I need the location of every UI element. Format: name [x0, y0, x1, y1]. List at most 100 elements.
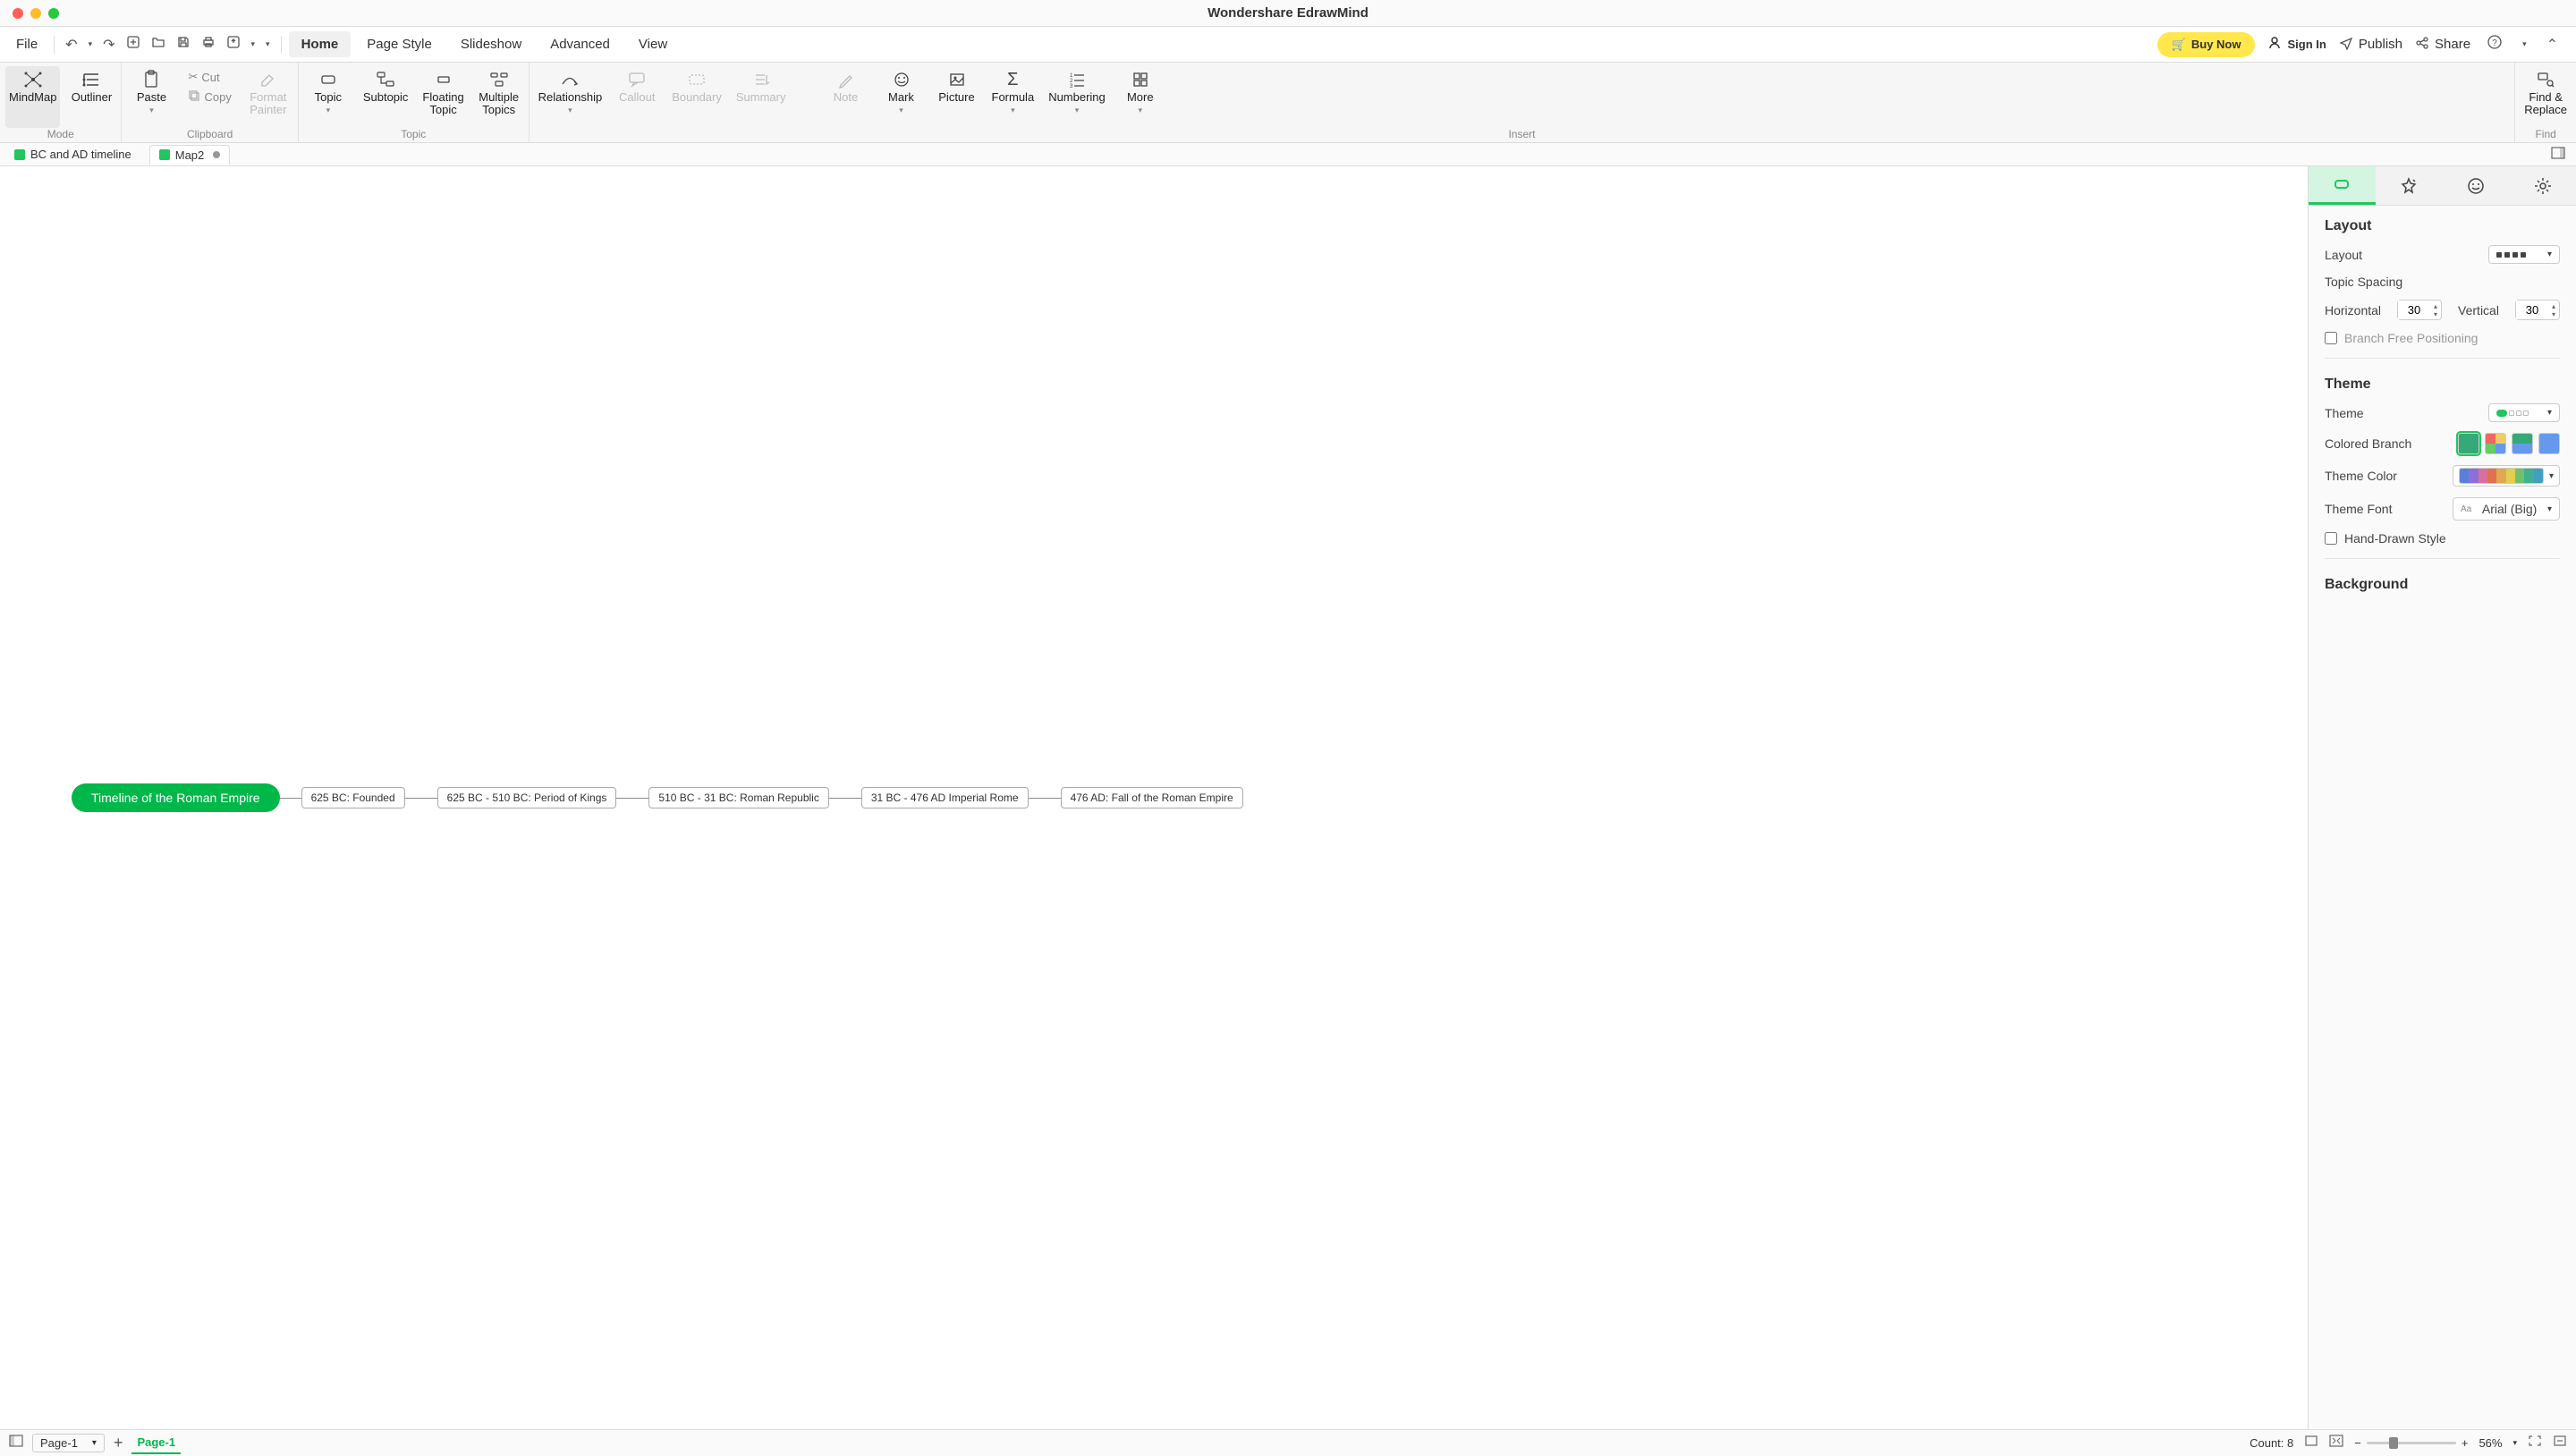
paste-button[interactable]: Paste ▾: [127, 66, 175, 128]
branch-swatch-1[interactable]: [2485, 433, 2506, 454]
export-button[interactable]: [223, 33, 244, 55]
picture-button[interactable]: Picture: [933, 66, 981, 128]
file-menu[interactable]: File: [7, 33, 47, 55]
format-painter-button[interactable]: Format Painter: [244, 66, 292, 128]
sidebar-tab-icons[interactable]: [2443, 166, 2510, 205]
branch-swatch-0[interactable]: [2458, 433, 2479, 454]
zoom-value[interactable]: 56%: [2479, 1436, 2502, 1450]
relationship-button[interactable]: Relationship ▾: [535, 66, 606, 128]
zoom-thumb[interactable]: [2389, 1437, 2398, 1449]
zoom-dropdown[interactable]: ▾: [2512, 1438, 2517, 1448]
print-button[interactable]: [198, 33, 219, 55]
sidebar-tab-clipart[interactable]: [2509, 166, 2576, 205]
summary-button[interactable]: Summary: [733, 66, 790, 128]
mark-dropdown[interactable]: ▾: [899, 106, 903, 115]
branch-swatch-3[interactable]: [2538, 433, 2560, 454]
menu-tab-slideshow[interactable]: Slideshow: [448, 31, 534, 57]
save-button[interactable]: [173, 33, 194, 55]
layout-select[interactable]: ▾: [2488, 245, 2560, 264]
relationship-dropdown[interactable]: ▾: [568, 106, 572, 115]
horizontal-input[interactable]: ▴▾: [2397, 300, 2442, 320]
topic-dropdown[interactable]: ▾: [326, 106, 331, 115]
zoom-out-button[interactable]: −: [2354, 1436, 2361, 1450]
theme-color-select[interactable]: ▾: [2453, 465, 2560, 487]
page-tab[interactable]: Page-1: [131, 1432, 181, 1454]
numbering-button[interactable]: 123 Numbering ▾: [1045, 66, 1109, 128]
find-replace-button[interactable]: Find & Replace: [2521, 66, 2571, 128]
sidebar-tab-layout[interactable]: [2309, 166, 2376, 205]
close-window-button[interactable]: [13, 8, 23, 19]
collapse-panel-button[interactable]: [2553, 1435, 2567, 1452]
page-select[interactable]: Page-1 ▾: [32, 1434, 105, 1452]
undo-button[interactable]: ↶: [62, 34, 80, 55]
zoom-in-button[interactable]: +: [2462, 1436, 2469, 1450]
menu-tab-home[interactable]: Home: [289, 31, 352, 57]
minimize-window-button[interactable]: [30, 8, 41, 19]
buy-now-button[interactable]: 🛒 Buy Now: [2157, 32, 2256, 57]
spin-down[interactable]: ▾: [2552, 310, 2555, 318]
timeline-node[interactable]: 625 BC: Founded: [301, 787, 405, 808]
timeline-node[interactable]: 476 AD: Fall of the Roman Empire: [1061, 787, 1243, 808]
branch-free-checkbox[interactable]: Branch Free Positioning: [2325, 331, 2560, 345]
subtopic-button[interactable]: Subtopic: [360, 66, 412, 128]
theme-font-select[interactable]: Aa Arial (Big) ▾: [2453, 497, 2560, 521]
spin-up[interactable]: ▴: [2552, 302, 2555, 310]
hand-drawn-input[interactable]: [2325, 532, 2337, 545]
publish-button[interactable]: Publish: [2339, 36, 2402, 54]
timeline-node[interactable]: 31 BC - 476 AD Imperial Rome: [861, 787, 1029, 808]
copy-button[interactable]: Copy: [182, 88, 236, 106]
canvas[interactable]: Timeline of the Roman Empire 625 BC: Fou…: [0, 166, 2308, 1429]
hand-drawn-checkbox[interactable]: Hand-Drawn Style: [2325, 531, 2560, 546]
collapse-ribbon-button[interactable]: ⌃: [2543, 34, 2562, 55]
zoom-slider[interactable]: − +: [2354, 1436, 2468, 1450]
spin-up[interactable]: ▴: [2434, 302, 2437, 310]
mark-button[interactable]: Mark ▾: [877, 66, 926, 128]
numbering-dropdown[interactable]: ▾: [1075, 106, 1080, 115]
formula-dropdown[interactable]: ▾: [1011, 106, 1015, 115]
paste-dropdown[interactable]: ▾: [149, 106, 154, 115]
fullscreen-button[interactable]: [2528, 1435, 2542, 1452]
sign-in-button[interactable]: Sign In: [2267, 36, 2326, 53]
export-dropdown[interactable]: ▾: [248, 38, 259, 51]
maximize-window-button[interactable]: [48, 8, 59, 19]
cut-button[interactable]: ✂ Cut: [182, 68, 236, 86]
theme-select[interactable]: ▾: [2488, 403, 2560, 422]
timeline-root-node[interactable]: Timeline of the Roman Empire: [72, 783, 280, 812]
menu-tab-page-style[interactable]: Page Style: [354, 31, 445, 57]
panel-toggle-button[interactable]: [2546, 145, 2571, 164]
menu-tab-view[interactable]: View: [626, 31, 680, 57]
help-button[interactable]: ?: [2483, 32, 2506, 56]
add-page-button[interactable]: +: [114, 1434, 123, 1452]
open-button[interactable]: [148, 33, 169, 55]
spin-down[interactable]: ▾: [2434, 310, 2437, 318]
page-panel-toggle[interactable]: [9, 1435, 23, 1452]
fit-page-button[interactable]: [2304, 1435, 2318, 1452]
outliner-button[interactable]: Outliner: [67, 66, 115, 128]
branch-swatch-2[interactable]: [2512, 433, 2533, 454]
more-button[interactable]: More ▾: [1116, 66, 1165, 128]
vertical-value[interactable]: [2516, 301, 2548, 319]
formula-button[interactable]: Σ Formula ▾: [988, 66, 1038, 128]
doc-tab-0[interactable]: BC and AD timeline: [5, 145, 140, 164]
share-button[interactable]: Share: [2415, 36, 2470, 54]
undo-dropdown[interactable]: ▾: [85, 38, 97, 51]
boundary-button[interactable]: Boundary: [668, 66, 725, 128]
quick-access-overflow[interactable]: ▾: [262, 38, 274, 51]
vertical-input[interactable]: ▴▾: [2515, 300, 2560, 320]
doc-tab-1[interactable]: Map2: [149, 145, 231, 165]
more-dropdown[interactable]: ▾: [1139, 106, 1143, 115]
horizontal-value[interactable]: [2398, 301, 2430, 319]
fit-content-button[interactable]: [2329, 1435, 2343, 1452]
note-button[interactable]: Note: [822, 66, 870, 128]
mindmap-button[interactable]: MindMap: [5, 66, 60, 128]
topic-button[interactable]: Topic ▾: [304, 66, 352, 128]
help-dropdown[interactable]: ▾: [2519, 38, 2530, 51]
zoom-track[interactable]: [2367, 1442, 2456, 1444]
branch-free-input[interactable]: [2325, 332, 2337, 344]
menu-tab-advanced[interactable]: Advanced: [538, 31, 623, 57]
callout-button[interactable]: Callout: [613, 66, 661, 128]
sidebar-tab-style[interactable]: [2376, 166, 2443, 205]
multiple-topics-button[interactable]: Multiple Topics: [475, 66, 523, 128]
redo-button[interactable]: ↷: [99, 34, 118, 55]
timeline-node[interactable]: 625 BC - 510 BC: Period of Kings: [437, 787, 617, 808]
